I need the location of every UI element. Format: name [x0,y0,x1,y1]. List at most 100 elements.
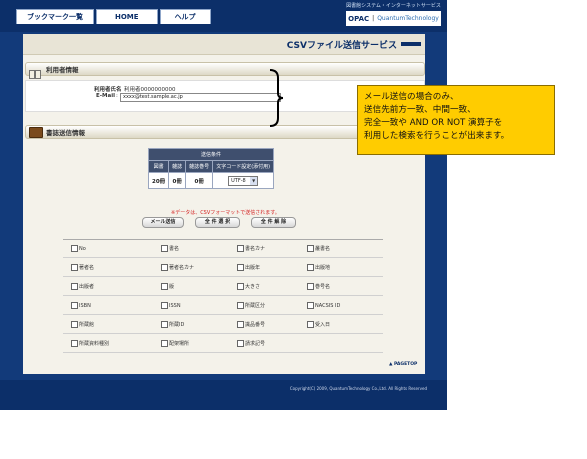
field-checkbox[interactable] [307,283,314,290]
callout-line: 完全一致や AND OR NOT 演算子を [364,118,503,128]
csv-note: ※データは、CSVフォーマットで送信されます。 [171,210,280,216]
field-option[interactable]: 所蔵ID [161,321,184,328]
callout-line: メール送信の場合のみ、 [364,92,459,102]
top-navigation-bar: ブックマーク一覧 HOME ヘルプ 図書館システム・インターネットサービス OP… [0,0,447,32]
encoding-cell: UTF-8 ▼ [212,172,275,189]
logo-caption: 図書館システム・インターネットサービス [346,3,441,10]
field-option[interactable]: 著者名カナ [161,264,194,271]
field-label: 著者名カナ [169,265,195,271]
field-option[interactable]: 巻号名 [307,283,330,290]
field-label: 請求記号 [245,341,266,347]
field-option[interactable]: No [71,245,86,252]
row-divider [63,257,383,258]
field-checkbox[interactable] [307,245,314,252]
pagetop-link[interactable]: ▲ PAGETOP [389,362,417,367]
field-label: 出版年 [245,265,261,271]
logo-separator: | [372,15,375,22]
field-label: 受入日 [315,322,331,328]
field-option[interactable]: ISBN [71,302,91,309]
field-checkbox[interactable] [161,321,168,328]
field-label: No [79,245,86,252]
col-books: 図書 [147,160,170,173]
field-option[interactable]: 所蔵資料種別 [71,340,109,347]
table-header-top: 送信条件 [147,148,275,161]
field-checkbox[interactable] [71,340,78,347]
field-checkbox[interactable] [307,264,314,271]
email-label: E-Mail [96,93,115,99]
field-checkbox[interactable] [237,302,244,309]
books-count: 20冊 [147,172,170,189]
callout-note: メール送信の場合のみ、 送信先前方一致、中間一致、 完全一致や AND OR N… [357,85,555,155]
title-accent-bar [401,42,421,46]
field-option[interactable]: 所蔵館 [71,321,94,328]
chevron-down-icon: ▼ [250,176,258,185]
field-label: ISSN [169,302,181,309]
callout-line: 利用した検索を行うことが出来ます。 [364,131,510,141]
fields-top-divider [63,239,383,240]
tab-help[interactable]: ヘルプ [159,9,211,24]
send-mail-button[interactable]: メール送信 [142,217,184,228]
field-option[interactable]: 叢書名 [307,245,330,252]
magazines-count: 0冊 [168,172,187,189]
field-label: 出版者 [79,284,95,290]
field-label: 所蔵館 [79,322,95,328]
field-option[interactable]: 所蔵区分 [237,302,265,309]
field-option[interactable]: 書名 [161,245,179,252]
field-checkbox[interactable] [71,321,78,328]
field-checkbox[interactable] [237,245,244,252]
field-checkbox[interactable] [161,264,168,271]
field-checkbox[interactable] [71,264,78,271]
user-name-label: 利用者氏名 [94,87,122,93]
field-option[interactable]: 版 [161,283,174,290]
field-label: 識品番号 [245,322,266,328]
field-checkbox[interactable] [71,283,78,290]
logo-opac: OPAC [348,14,370,23]
field-checkbox[interactable] [161,245,168,252]
field-label: 叢書名 [315,246,331,252]
field-label: 書名 [169,246,180,252]
row-divider [63,295,383,296]
field-option[interactable]: 書名カナ [237,245,265,252]
service-title-bar: CSVファイル送信サービス [23,34,425,55]
select-all-button[interactable]: 全 件 選 択 [195,217,240,228]
field-checkbox[interactable] [237,321,244,328]
row-divider [63,276,383,277]
field-option[interactable]: NACSIS ID [307,302,340,309]
field-checkbox[interactable] [307,302,314,309]
field-option[interactable]: 大きさ [237,283,260,290]
book-open-icon [29,64,41,79]
field-label: 書名カナ [245,246,266,252]
field-checkbox[interactable] [237,264,244,271]
field-option[interactable]: 著者名 [71,264,94,271]
field-label: 著者名 [79,265,95,271]
tab-home[interactable]: HOME [96,9,158,24]
email-field[interactable]: xxxx@test.sample.ac.jp [120,93,281,102]
tab-bookmark-list[interactable]: ブックマーク一覧 [16,9,94,24]
field-option[interactable]: 出版者 [71,283,94,290]
email-colon: : [116,93,118,99]
field-option[interactable]: 識品番号 [237,321,265,328]
field-checkbox[interactable] [161,302,168,309]
field-checkbox[interactable] [71,302,78,309]
field-checkbox[interactable] [71,245,78,252]
field-label: 出版地 [315,265,331,271]
deselect-all-button[interactable]: 全 件 解 除 [251,217,296,228]
field-checkbox[interactable] [307,321,314,328]
field-label: 所蔵ID [169,322,185,328]
field-option[interactable]: 受入日 [307,321,330,328]
callout-line: 送信先前方一致、中間一致、 [364,105,476,115]
field-checkbox[interactable] [237,340,244,347]
field-checkbox[interactable] [237,283,244,290]
encoding-select[interactable]: UTF-8 ▼ [228,175,259,186]
field-option[interactable]: 配架場所 [161,340,189,347]
nav-tabs: ブックマーク一覧 HOME ヘルプ [16,9,211,24]
field-option[interactable]: ISSN [161,302,181,309]
field-checkbox[interactable] [161,340,168,347]
col-magazines: 雑誌 [168,160,187,173]
field-checkbox[interactable] [161,283,168,290]
field-option[interactable]: 出版地 [307,264,330,271]
encoding-value: UTF-8 [231,177,246,184]
field-option[interactable]: 出版年 [237,264,260,271]
row-divider [63,352,383,353]
field-option[interactable]: 請求記号 [237,340,265,347]
